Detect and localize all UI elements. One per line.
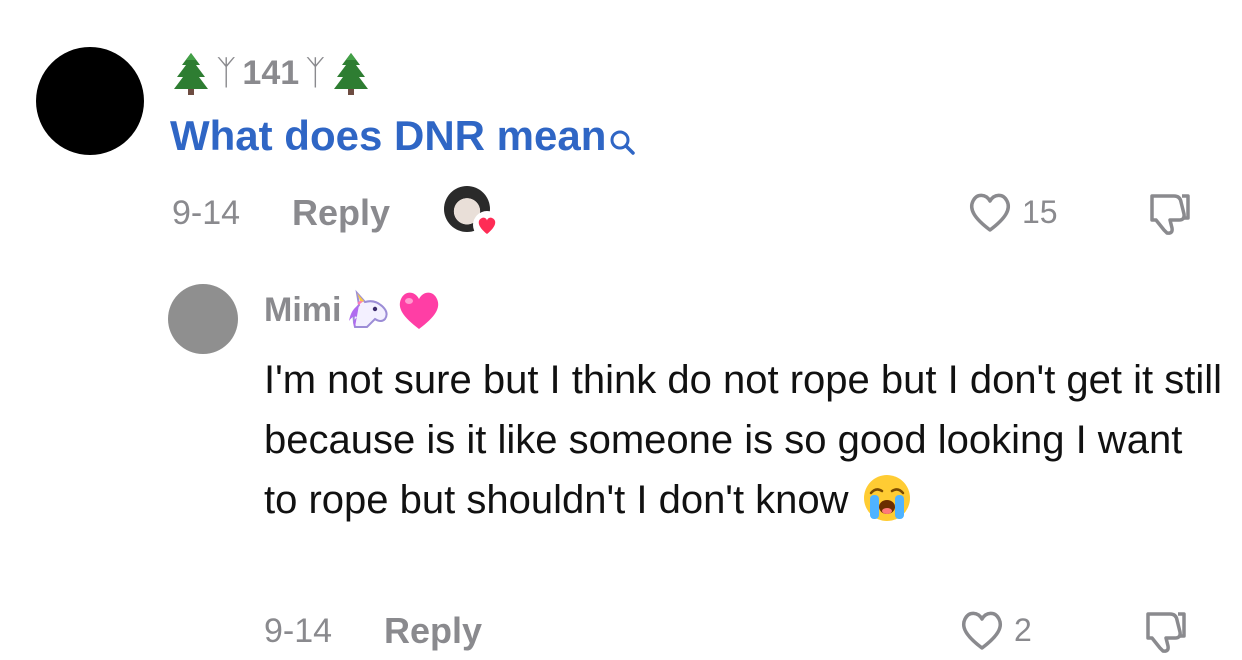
comment-text: What does DNR mean [170, 112, 607, 159]
comment-username[interactable]: ᛉ 141 ᛉ [172, 46, 370, 100]
tree-icon [332, 51, 370, 95]
comment-search-link[interactable]: What does DNR mean [170, 112, 636, 166]
reply-date: 9-14 [264, 612, 333, 650]
comment-date: 9-14 [172, 194, 241, 232]
reply-avatar[interactable] [168, 284, 238, 354]
reply-comment-text: I'm not sure but I think do not rope but… [264, 350, 1224, 530]
reply-actions: 9-14 Reply 2 [264, 604, 1204, 658]
reply-text: I'm not sure but I think do not rope but… [264, 358, 1223, 522]
unicorn-icon [349, 289, 389, 328]
thumbs-down-icon [1150, 194, 1190, 235]
tree-icon [172, 51, 210, 95]
reply-dislike-button[interactable] [1140, 608, 1190, 659]
creator-liked-badge [444, 186, 501, 239]
username-rune: ᛉ [216, 53, 237, 92]
dislike-button[interactable] [1144, 190, 1194, 241]
avatar[interactable] [36, 47, 144, 155]
reply-button[interactable]: Reply [292, 192, 390, 234]
heart-outline-icon [961, 611, 1003, 650]
heart-outline-icon [969, 193, 1011, 232]
username-number: 141 [242, 53, 300, 92]
reply-like-count: 2 [1014, 611, 1032, 648]
like-count: 15 [1022, 193, 1058, 230]
crying-face-icon [863, 475, 910, 521]
reply-like-button[interactable]: 2 [958, 608, 1032, 652]
comment-actions: 9-14 Reply 15 [172, 186, 1202, 240]
reply-username-text: Mimi [264, 290, 342, 329]
username-rune: ᛉ [305, 53, 326, 92]
thumbs-down-icon [1146, 612, 1186, 653]
pink-heart-icon [400, 292, 439, 329]
comment-thread: ᛉ 141 ᛉ What does DNR mean 9-14 Reply 15… [0, 0, 1242, 660]
reply-username[interactable]: Mimi [264, 286, 443, 334]
like-button[interactable]: 15 [966, 190, 1058, 234]
heart-icon [473, 211, 501, 239]
search-icon [608, 118, 636, 166]
reply-to-reply-button[interactable]: Reply [384, 610, 482, 652]
